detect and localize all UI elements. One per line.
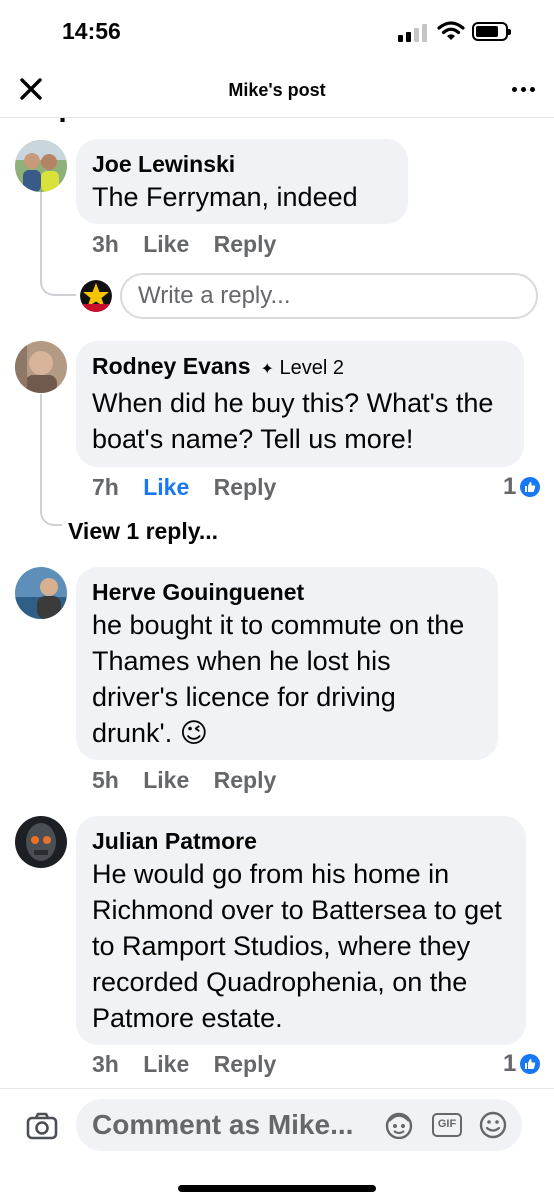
comment-text: He would go from his home in Richmond ov… (92, 859, 502, 1033)
camera-icon[interactable] (26, 1112, 58, 1140)
comment-composer: Comment as Mike... GIF (0, 1088, 554, 1200)
avatar-sticker-icon[interactable] (384, 1111, 414, 1139)
emoji-icon[interactable] (478, 1111, 508, 1139)
comment-time: 5h (92, 767, 119, 793)
comment-author: Rodney Evans ✦ Level 2 (92, 351, 508, 385)
author-name[interactable]: Rodney Evans (92, 353, 251, 379)
thread-connector (40, 260, 76, 296)
comment-author[interactable]: Herve Gouinguenet (92, 577, 482, 607)
reply-button[interactable]: Reply (214, 474, 277, 500)
reply-button[interactable]: Reply (214, 1051, 277, 1077)
like-reaction-icon (520, 477, 541, 497)
wifi-icon (437, 21, 465, 40)
comment-input-placeholder: Comment as Mike... (92, 1109, 354, 1140)
comment-time: 7h (92, 474, 119, 500)
reply-button[interactable]: Reply (214, 767, 277, 793)
reaction-count[interactable]: 1 (503, 1050, 541, 1078)
page-title: Mike's post (228, 80, 326, 100)
comment-author[interactable]: Julian Patmore (92, 826, 510, 856)
like-reaction-icon (520, 1054, 541, 1074)
avatar[interactable] (15, 816, 67, 868)
comment-text-body: he bought it to commute on the Thames wh… (92, 610, 465, 748)
avatar[interactable] (15, 341, 67, 393)
sparkle-icon: ✦ (260, 361, 274, 378)
comment-actions: 7h Like Reply (92, 474, 294, 501)
comment-bubble: Herve Gouinguenet he bought it to commut… (76, 567, 498, 760)
comment-bubble: Julian Patmore He would go from his home… (76, 816, 526, 1045)
comment-time: 3h (92, 231, 119, 257)
comment-author[interactable]: Joe Lewinski (92, 149, 392, 179)
like-button[interactable]: Like (143, 474, 189, 500)
like-button[interactable]: Like (143, 767, 189, 793)
reply-input[interactable]: Write a reply... (120, 273, 538, 319)
reply-button[interactable]: Reply (214, 231, 277, 257)
thread-connector (40, 500, 62, 526)
comment-time: 3h (92, 1051, 119, 1077)
home-indicator (178, 1185, 376, 1192)
comment-text: When did he buy this? What's the boat's … (92, 388, 494, 454)
my-avatar (80, 280, 112, 312)
comment-text: he bought it to commute on the Thames wh… (92, 607, 482, 751)
comment-actions: 3h Like Reply (92, 1051, 294, 1078)
comment-actions: 5h Like Reply (92, 767, 294, 794)
comment-bubble: Rodney Evans ✦ Level 2 When did he buy th… (76, 341, 524, 467)
reaction-number: 1 (503, 1050, 517, 1077)
reaction-number: 1 (503, 473, 517, 500)
avatar[interactable] (15, 140, 67, 192)
like-button[interactable]: Like (143, 231, 189, 257)
battery-icon (472, 22, 511, 41)
view-replies-link[interactable]: View 1 reply... (68, 518, 218, 545)
post-header: Mike's post (0, 62, 554, 118)
thread-line (40, 394, 42, 506)
reaction-count[interactable]: 1 (503, 473, 541, 501)
comment-bubble: Joe Lewinski The Ferryman, indeed (76, 139, 408, 224)
like-button[interactable]: Like (143, 1051, 189, 1077)
level-label: Level 2 (279, 357, 344, 379)
gif-icon[interactable]: GIF (432, 1113, 462, 1137)
status-bar: 14:56 (0, 0, 554, 62)
comment-text: The Ferryman, indeed (92, 182, 358, 212)
status-time: 14:56 (62, 18, 121, 44)
winking-face-icon: 😉 (179, 718, 208, 748)
level-badge: ✦ Level 2 (261, 357, 344, 379)
avatar[interactable] (15, 567, 67, 619)
more-options-icon[interactable] (506, 72, 540, 106)
cellular-signal-icon (398, 24, 430, 42)
comment-input[interactable]: Comment as Mike... GIF (76, 1099, 522, 1151)
comment-actions: 3h Like Reply (92, 231, 294, 258)
